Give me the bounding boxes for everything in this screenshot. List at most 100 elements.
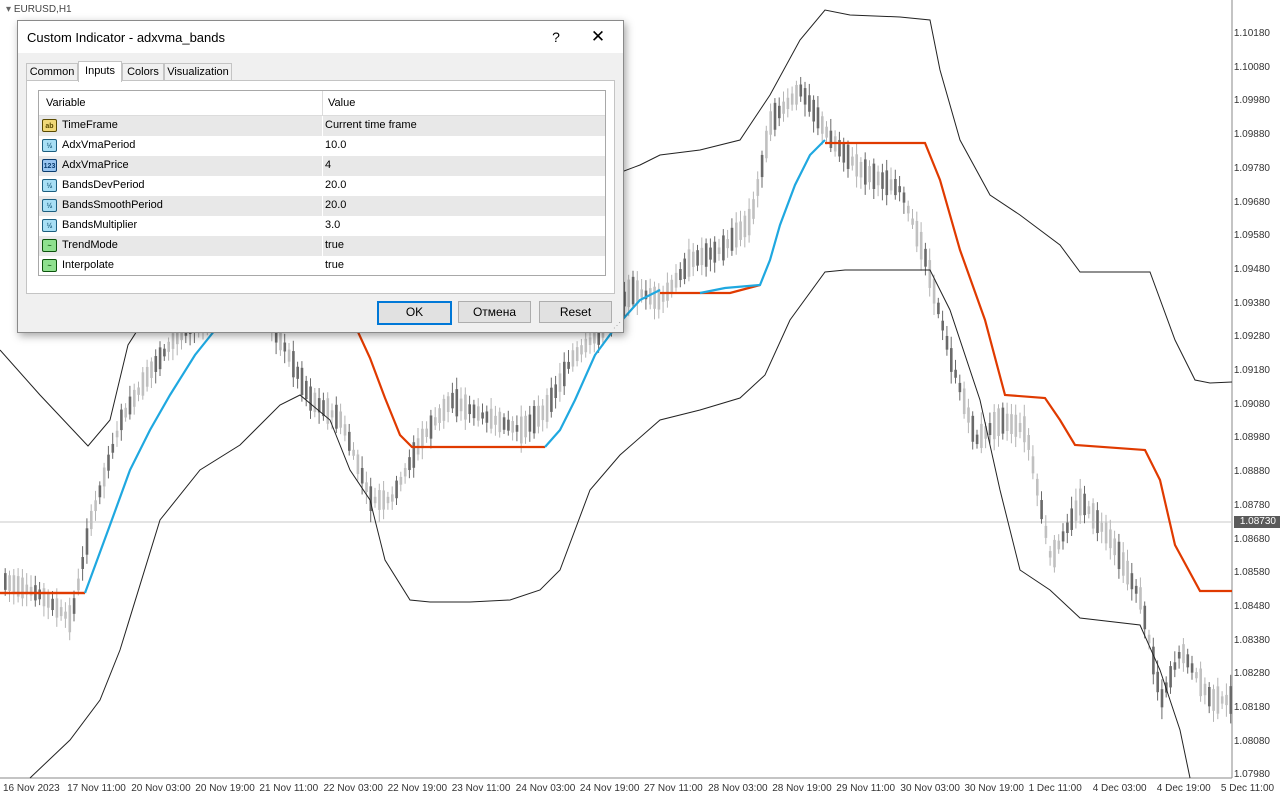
price-tick-label: 1.09380 [1233, 297, 1270, 309]
candle-body [661, 293, 665, 302]
variable-value[interactable]: 20.0 [325, 199, 346, 211]
candle-body [851, 156, 854, 166]
string-type-icon: ab [42, 119, 57, 132]
column-value-header[interactable]: Value [328, 97, 355, 109]
candle-body [696, 250, 699, 266]
candle-body [550, 387, 553, 412]
tab-inputs[interactable]: Inputs [78, 61, 122, 82]
candle-body [171, 333, 175, 349]
candle-body [640, 289, 643, 298]
candle-body [1023, 416, 1026, 443]
close-button[interactable]: ✕ [588, 27, 608, 47]
candle-body [1079, 488, 1082, 516]
time-tick-label: 21 Nov 11:00 [259, 783, 319, 794]
candle-body [885, 170, 889, 196]
input-row-bandssmoothperiod[interactable]: ½ BandsSmoothPeriod 20.0 [39, 196, 605, 217]
time-tick-label: 20 Nov 03:00 [131, 783, 191, 794]
candle-body [541, 405, 545, 421]
price-tick-label: 1.08780 [1233, 499, 1270, 511]
grid-header: Variable Value [39, 91, 605, 116]
time-tick-label: 30 Nov 19:00 [964, 783, 1025, 794]
resize-grip-icon[interactable]: ⋰ [613, 321, 621, 330]
variable-value[interactable]: true [325, 239, 344, 251]
variable-value[interactable]: true [325, 259, 344, 271]
variable-value[interactable]: 3.0 [325, 219, 340, 231]
input-row-adxvmaperiod[interactable]: ½ AdxVmaPeriod 10.0 [39, 136, 605, 157]
candle-body [855, 154, 858, 177]
input-row-interpolate[interactable]: ~ Interpolate true [39, 256, 605, 275]
candle-body [335, 404, 338, 429]
candle-body [1014, 414, 1018, 437]
candle-body [1100, 522, 1104, 532]
candle-body [528, 414, 532, 432]
variable-value[interactable]: 4 [325, 159, 331, 171]
candle-body [429, 415, 433, 439]
candle-body [502, 417, 506, 430]
candle-body [545, 394, 549, 422]
candle-body [967, 407, 970, 423]
candle-body [859, 161, 863, 178]
candle-body [408, 457, 411, 471]
candle-body [21, 577, 24, 599]
candle-body [1001, 407, 1005, 434]
candle-body [403, 467, 407, 477]
candle-body [537, 405, 540, 427]
candle-body [1208, 686, 1211, 707]
row-separator [322, 116, 323, 136]
reset-button[interactable]: Reset [539, 301, 612, 323]
candle-body [1061, 531, 1065, 542]
candle-body [373, 496, 377, 504]
input-row-adxvmaprice[interactable]: 123 AdxVmaPrice 4 [39, 156, 605, 177]
variable-value[interactable]: 10.0 [325, 139, 346, 151]
candle-body [907, 205, 910, 214]
candle-body [133, 389, 136, 407]
candle-body [954, 369, 957, 378]
candle-body [1091, 503, 1095, 529]
candle-body [8, 575, 11, 591]
variable-name: BandsSmoothPeriod [62, 199, 163, 211]
candle-body [339, 411, 342, 428]
integer-type-icon: 123 [42, 159, 57, 172]
price-tick-label: 1.09580 [1233, 230, 1270, 242]
price-tick-label: 1.08680 [1233, 533, 1270, 545]
variable-value[interactable]: 20.0 [325, 179, 346, 191]
dialog-titlebar[interactable]: Custom Indicator - adxvma_bands ? ✕ [18, 21, 623, 53]
tab-visualization[interactable]: Visualization [164, 63, 232, 81]
candle-body [588, 337, 592, 345]
tab-colors[interactable]: Colors [122, 63, 164, 81]
ok-button[interactable]: OK [377, 301, 452, 325]
candle-body [292, 351, 295, 378]
price-tick-label: 1.09480 [1233, 263, 1270, 275]
column-separator[interactable] [322, 91, 323, 115]
candle-body [1087, 506, 1091, 514]
candle-body [42, 588, 46, 607]
candle-body [115, 430, 119, 438]
candle-body [524, 415, 527, 438]
candle-body [778, 105, 781, 119]
candle-body [945, 335, 949, 350]
input-row-bandsdevperiod[interactable]: ½ BandsDevPeriod 20.0 [39, 176, 605, 197]
row-separator [322, 176, 323, 196]
candle-body [674, 272, 678, 288]
help-button[interactable]: ? [546, 27, 566, 47]
candle-body [489, 408, 493, 429]
candle-body [94, 500, 97, 512]
input-row-timeframe[interactable]: ab TimeFrame Current time frame [39, 116, 605, 137]
candle-body [468, 404, 471, 415]
time-tick-label: 17 Nov 11:00 [67, 783, 126, 794]
variable-value[interactable]: Current time frame [325, 119, 417, 131]
tab-common[interactable]: Common [26, 63, 78, 81]
candle-body [717, 247, 721, 255]
candle-body [692, 251, 695, 267]
column-variable-header[interactable]: Variable [46, 97, 86, 109]
cancel-button[interactable]: Отмена [458, 301, 531, 323]
price-tick-label: 1.09880 [1233, 129, 1270, 141]
input-row-trendmode[interactable]: ~ TrendMode true [39, 236, 605, 257]
candle-body [124, 407, 127, 418]
candle-body [382, 490, 385, 510]
candle-body [356, 454, 360, 475]
price-tick-label: 1.07980 [1233, 769, 1270, 781]
candle-body [1156, 671, 1159, 693]
input-row-bandsmultiplier[interactable]: ½ BandsMultiplier 3.0 [39, 216, 605, 237]
candle-body [932, 278, 936, 304]
